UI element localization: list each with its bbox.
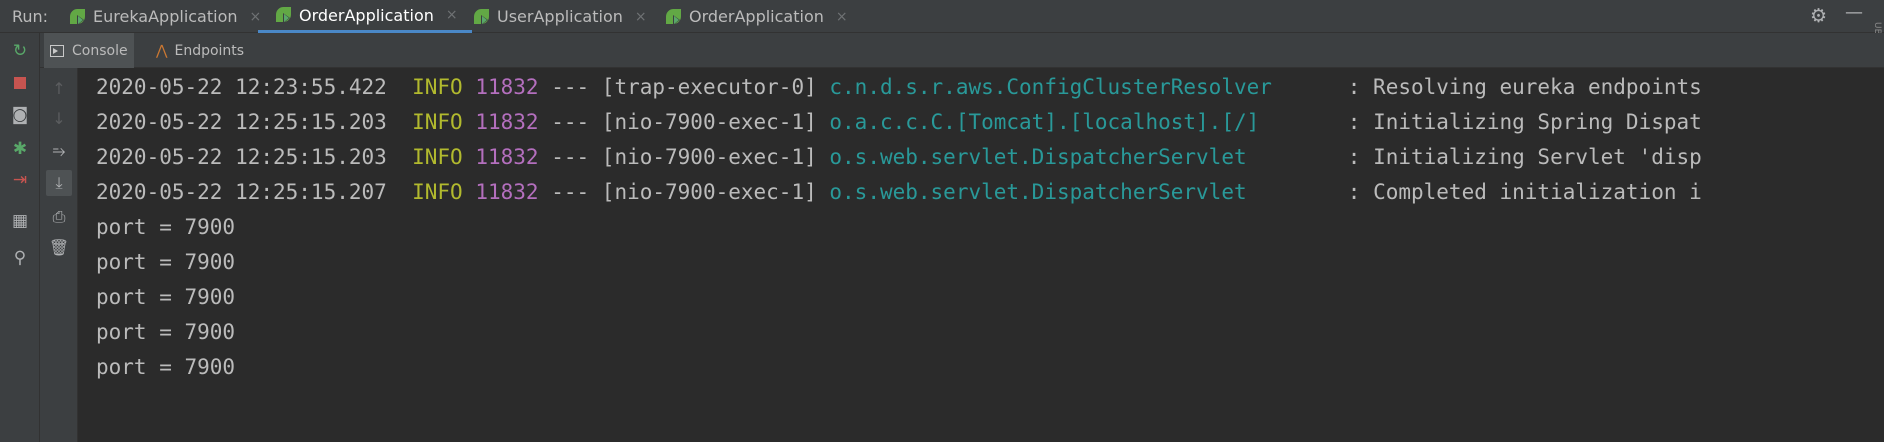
logger-link: c.n.d.s.r.aws.ConfigClusterResolver <box>829 75 1272 99</box>
run-tab-label: OrderApplication <box>299 5 434 25</box>
console-toolbar: ↑ ↓ ⥱ ⤓ ⎙ 🗑 <box>40 68 78 442</box>
output-line: port = 7900 <box>96 250 236 274</box>
output-line: port = 7900 <box>96 215 236 239</box>
arrow-down-icon[interactable]: ↓ <box>46 105 72 131</box>
print-icon[interactable]: ⎙ <box>46 204 72 230</box>
endpoints-icon: ⋀ <box>156 42 168 59</box>
camera-icon[interactable]: ◙ <box>8 103 32 127</box>
run-tab-eureka-application[interactable]: EurekaApplication × <box>68 0 261 33</box>
trash-icon[interactable]: 🗑 <box>46 234 72 260</box>
minimize-icon[interactable]: — <box>1845 2 1863 23</box>
spring-boot-icon <box>664 7 684 27</box>
spring-boot-icon <box>472 7 492 27</box>
run-toolbar: ↻ ◙ ✱ ⇥ ▦ ⚲ <box>0 33 40 442</box>
layout-icon[interactable]: ▦ <box>8 209 32 233</box>
spring-boot-icon <box>274 5 294 25</box>
logger-link: o.s.web.servlet.DispatcherServlet <box>829 180 1247 204</box>
arrow-up-icon[interactable]: ↑ <box>46 75 72 101</box>
run-tab-order-application-2[interactable]: OrderApplication × <box>664 0 848 33</box>
output-line: port = 7900 <box>96 320 236 344</box>
tab-console-label: Console <box>72 42 128 59</box>
run-tool-window-header: Run: EurekaApplication × OrderApplicatio… <box>0 0 1884 46</box>
rerun-icon[interactable]: ↻ <box>8 39 32 63</box>
console-output[interactable]: 2020-05-22 12:23:55.422 INFO 11832 --- [… <box>78 68 1884 442</box>
logger-link: o.a.c.c.C.[Tomcat].[localhost].[/] <box>829 110 1260 134</box>
close-icon[interactable]: × <box>836 9 848 25</box>
debug-icon[interactable]: ✱ <box>8 137 32 161</box>
log-line: 2020-05-22 12:25:15.203 INFO 11832 --- [… <box>96 145 1702 169</box>
soft-wrap-icon[interactable]: ⥱ <box>46 138 72 164</box>
log-line: 2020-05-22 12:25:15.203 INFO 11832 --- [… <box>96 110 1702 134</box>
gear-icon[interactable]: ⚙ <box>1810 5 1827 27</box>
run-label: Run: <box>12 7 49 26</box>
stop-icon[interactable] <box>8 71 32 95</box>
run-tab-label: UserApplication <box>497 7 623 26</box>
log-line: 2020-05-22 12:23:55.422 INFO 11832 --- [… <box>96 75 1702 99</box>
run-tab-order-application[interactable]: OrderApplication × <box>258 0 472 33</box>
run-tab-label: OrderApplication <box>689 7 824 26</box>
tab-console[interactable]: Console <box>44 33 134 68</box>
run-tab-user-application[interactable]: UserApplication × <box>472 0 647 33</box>
spring-boot-icon <box>68 7 88 27</box>
close-icon[interactable]: × <box>635 9 647 25</box>
scroll-to-end-icon[interactable]: ⤓ <box>46 170 72 196</box>
logger-link: o.s.web.servlet.DispatcherServlet <box>829 145 1247 169</box>
tab-endpoints[interactable]: ⋀ Endpoints <box>150 33 250 68</box>
console-tab-strip: Console ⋀ Endpoints <box>40 33 1884 68</box>
output-line: port = 7900 <box>96 355 236 379</box>
output-line: port = 7900 <box>96 285 236 309</box>
run-tab-label: EurekaApplication <box>93 7 238 26</box>
tab-endpoints-label: Endpoints <box>174 42 245 59</box>
log-line: 2020-05-22 12:25:15.207 INFO 11832 --- [… <box>96 180 1702 204</box>
exit-icon[interactable]: ⇥ <box>8 168 32 192</box>
console-icon <box>50 44 64 57</box>
close-icon[interactable]: × <box>446 7 458 23</box>
pin-icon[interactable]: ⚲ <box>8 246 32 270</box>
